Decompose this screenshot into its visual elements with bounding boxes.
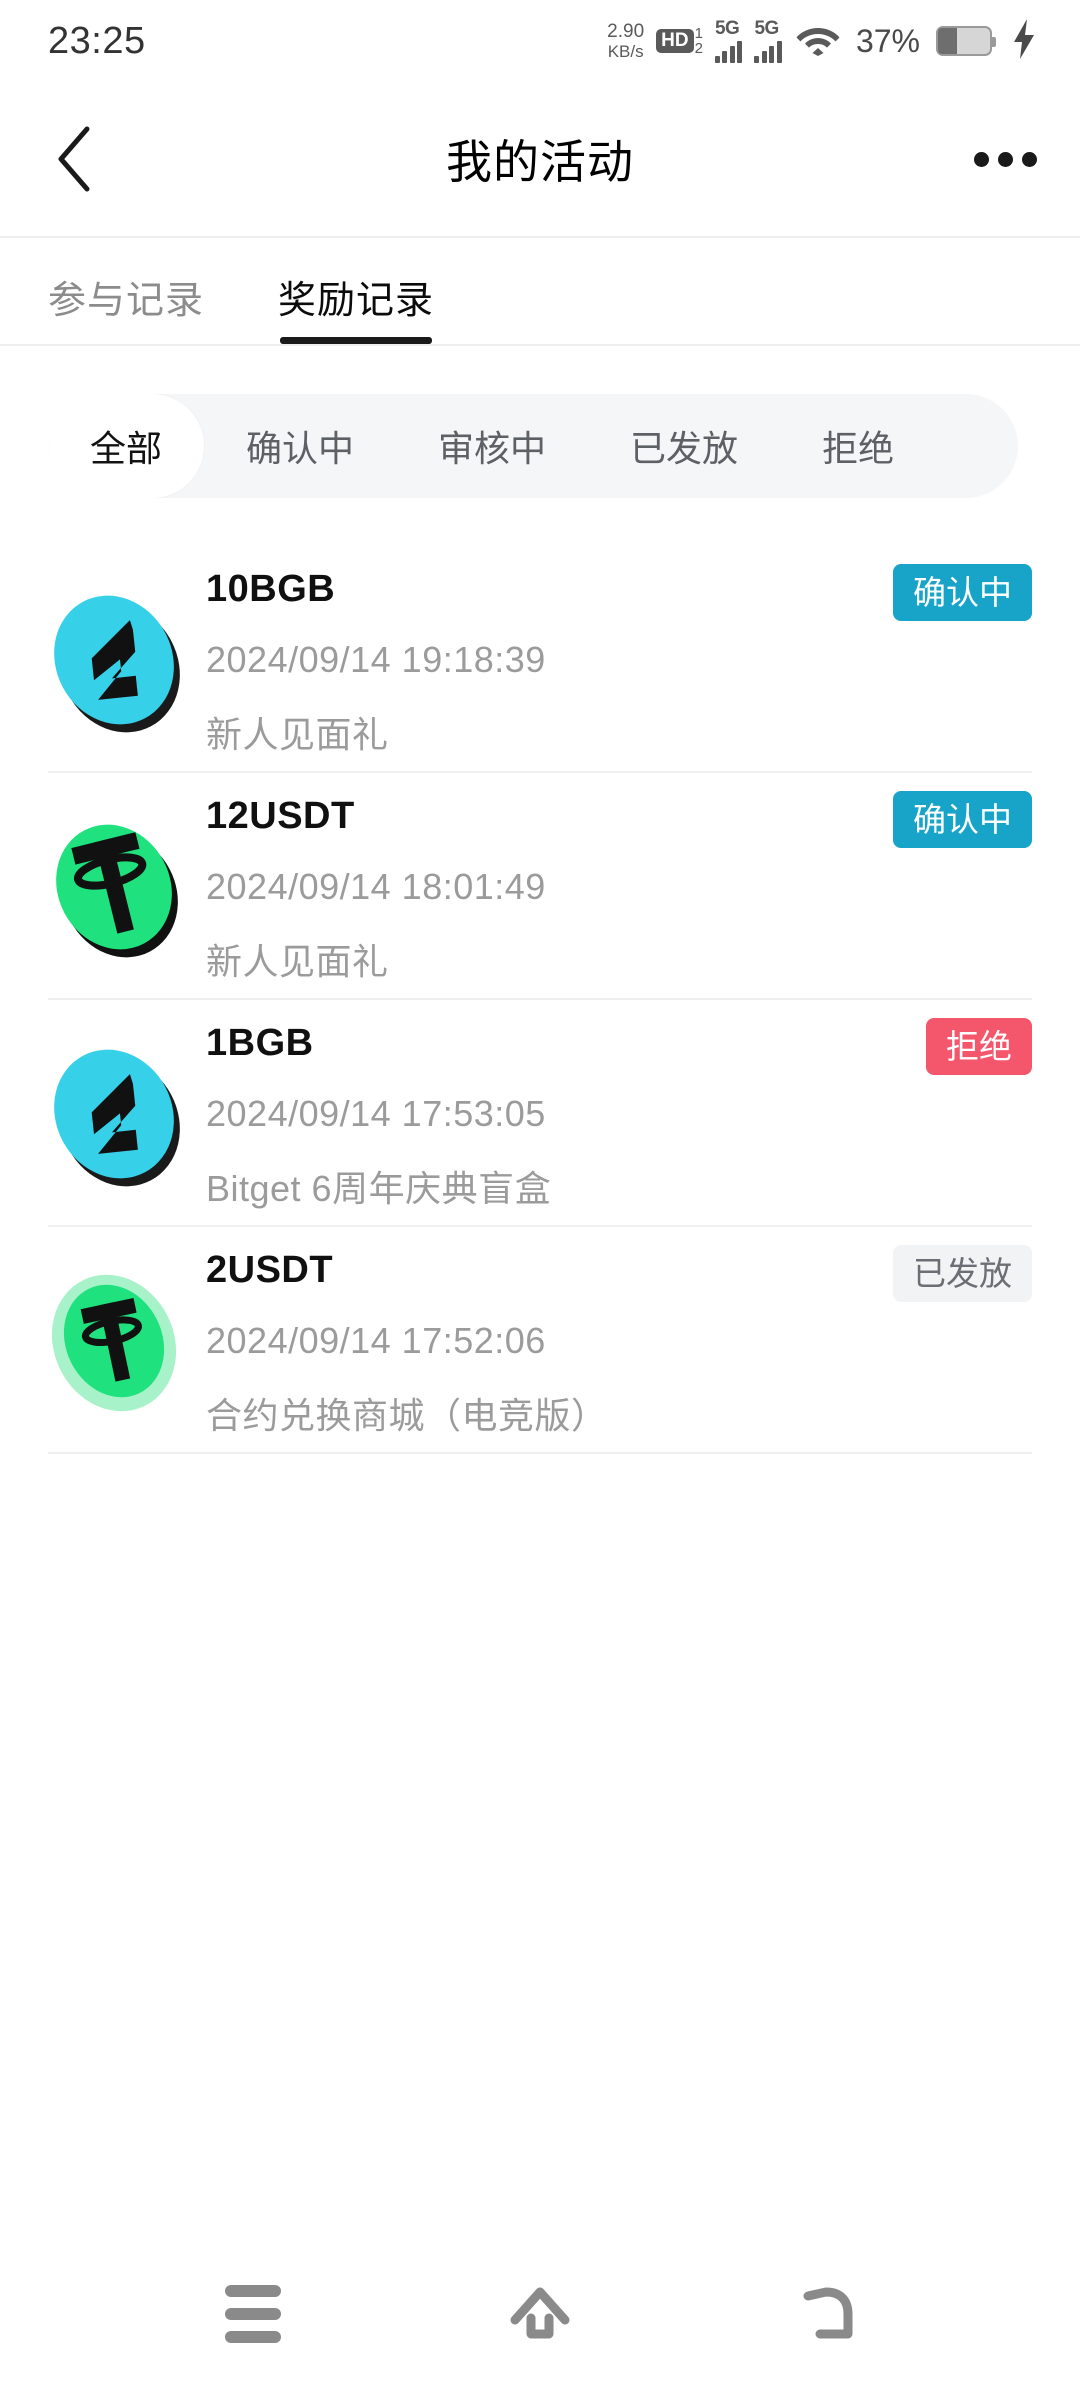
filter-chip-rejected[interactable]: 拒绝 xyxy=(780,394,936,498)
status-badge: 确认中 xyxy=(893,791,1032,848)
status-time: 23:25 xyxy=(48,19,146,62)
status-icons: 2.90 KB/s HD 1 2 5G 5G 37% xyxy=(607,18,1036,64)
signal-bars-icon-sim2: 5G xyxy=(754,19,782,63)
recents-menu-icon xyxy=(225,2285,282,2343)
hd-voice-icon: HD 1 2 xyxy=(656,26,703,56)
reward-date: 2024/09/14 17:53:05 xyxy=(206,1093,546,1134)
list-item[interactable]: 1BGB 2024/09/14 17:53:05 Bitget 6周年庆典盲盒 … xyxy=(48,1000,1032,1227)
sim1-label: 1 xyxy=(694,25,703,42)
network-speed-unit: KB/s xyxy=(607,42,644,61)
status-badge: 已发放 xyxy=(893,1245,1032,1302)
reward-source: 新人见面礼 xyxy=(206,714,389,755)
signal-bars-icon-sim1: 5G xyxy=(714,18,743,63)
signal2-generation-label: 5G xyxy=(754,18,779,39)
network-speed-value: 2.90 xyxy=(607,21,645,42)
sim-indicator: 1 2 xyxy=(695,26,703,56)
reward-source: Bitget 6周年庆典盲盒 xyxy=(206,1168,552,1209)
filter-chip-issued[interactable]: 已发放 xyxy=(588,394,780,498)
battery-icon xyxy=(936,26,996,56)
reward-source: 合约兑换商城（电竞版） xyxy=(206,1395,608,1436)
wifi-icon xyxy=(796,22,840,61)
back-icon xyxy=(803,2287,853,2339)
signal2-bars xyxy=(754,41,782,63)
bgb-coin-icon xyxy=(48,546,198,771)
system-navigation-bar xyxy=(0,2240,1080,2388)
network-speed-indicator: 2.90 KB/s xyxy=(607,22,644,60)
list-item-body: 1BGB 2024/09/14 17:53:05 Bitget 6周年庆典盲盒 xyxy=(198,1000,1032,1212)
back-navigation-button[interactable] xyxy=(767,2254,887,2374)
usdt-ring-coin-icon xyxy=(48,1227,198,1452)
home-button[interactable] xyxy=(480,2254,600,2374)
back-button[interactable] xyxy=(30,114,120,204)
more-horizontal-icon-dot3 xyxy=(1021,151,1037,167)
filter-chip-confirming[interactable]: 确认中 xyxy=(204,394,396,498)
status-badge: 拒绝 xyxy=(926,1018,1032,1075)
tab-participation-records[interactable]: 参与记录 xyxy=(48,269,204,344)
recents-button[interactable] xyxy=(193,2254,313,2374)
charging-bolt-icon xyxy=(1012,18,1036,64)
status-badge: 确认中 xyxy=(893,564,1032,621)
reward-list: 10BGB 2024/09/14 19:18:39 新人见面礼 确认中 12US… xyxy=(0,546,1080,2240)
page-title: 我的活动 xyxy=(446,136,634,188)
reward-source: 新人见面礼 xyxy=(206,941,389,982)
more-horizontal-icon-dot2 xyxy=(997,151,1013,167)
signal1-bars xyxy=(714,41,743,63)
bgb-coin-icon xyxy=(48,1000,198,1225)
list-item[interactable]: 2USDT 2024/09/14 17:52:06 合约兑换商城（电竞版） 已发… xyxy=(48,1227,1032,1454)
filter-chip-reviewing[interactable]: 审核中 xyxy=(396,394,588,498)
filter-chip-bar: 全部 确认中 审核中 已发放 拒绝 xyxy=(0,346,1080,546)
battery-percent-label: 37% xyxy=(855,22,920,59)
tab-bar: 参与记录 奖励记录 xyxy=(0,238,1080,346)
hd-badge-label: HD xyxy=(656,29,694,53)
reward-date: 2024/09/14 17:52:06 xyxy=(206,1320,546,1361)
reward-date: 2024/09/14 18:01:49 xyxy=(206,866,546,907)
more-options-button[interactable] xyxy=(960,114,1050,204)
reward-amount: 1BGB xyxy=(206,1022,314,1064)
chevron-left-icon xyxy=(58,126,90,192)
status-bar: 23:25 2.90 KB/s HD 1 2 5G 5G 37% xyxy=(0,0,1080,82)
usdt-coin-icon xyxy=(48,773,198,998)
app-header: 我的活动 xyxy=(0,82,1080,238)
list-item[interactable]: 10BGB 2024/09/14 19:18:39 新人见面礼 确认中 xyxy=(48,546,1032,773)
home-icon xyxy=(510,2287,570,2339)
list-item[interactable]: 12USDT 2024/09/14 18:01:49 新人见面礼 确认中 xyxy=(48,773,1032,1000)
filter-chip-group: 全部 确认中 审核中 已发放 拒绝 xyxy=(48,394,1018,498)
sim2-label: 2 xyxy=(694,40,703,57)
tab-reward-records[interactable]: 奖励记录 xyxy=(278,269,434,344)
filter-chip-all[interactable]: 全部 xyxy=(48,394,205,498)
phone-screen: 23:25 2.90 KB/s HD 1 2 5G 5G 37% 我的活动 参与… xyxy=(0,0,1080,2388)
signal1-generation-label: 5G xyxy=(714,18,740,39)
more-horizontal-icon-dot1 xyxy=(973,151,989,167)
reward-date: 2024/09/14 19:18:39 xyxy=(206,639,546,680)
